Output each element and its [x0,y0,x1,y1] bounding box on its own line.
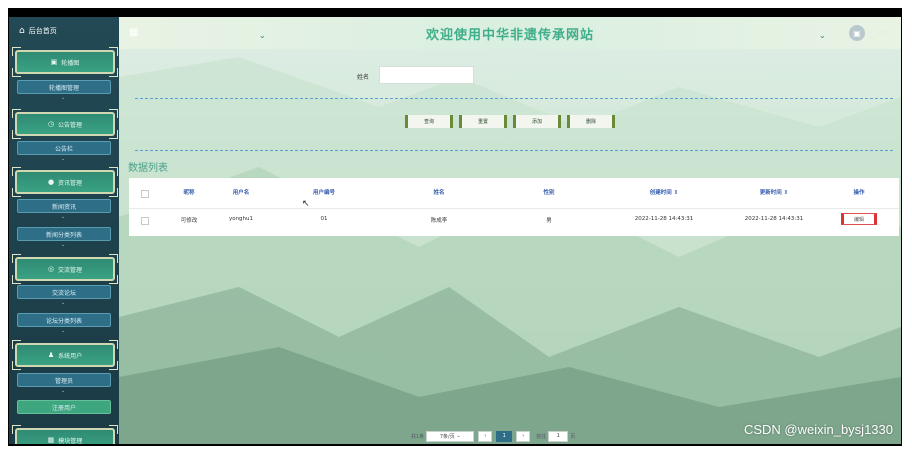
sidebar-group-label: 模块管理 [58,437,83,445]
sidebar-group-carousel[interactable]: ▣ 轮播图 [12,47,118,77]
row-divider [129,208,899,209]
select-all-checkbox[interactable] [141,190,149,198]
mouse-cursor-icon: ↖ [302,199,310,209]
table-title: 数据列表 [128,163,168,174]
sidebar-group-news[interactable]: ● 资讯管理 [12,167,118,197]
site-title: 欢迎使用中华非遗传承网站 [425,28,594,43]
edit-button[interactable]: 编辑 [841,213,877,225]
column-header-sortable[interactable]: 更新时间 ⇕ [734,188,814,196]
goto-label: 前往 [536,433,547,440]
cell-updated: 2022-11-28 14:43:31 [744,216,804,222]
chat-icon: ◎ [47,265,55,273]
sidebar-item-notice-board[interactable]: 公告栏 [17,141,111,155]
image-icon: ▣ [50,58,58,66]
sidebar-group-modules[interactable]: ▦ 模块管理 [12,425,118,445]
location-icon: ● [47,178,55,186]
page-unit-label: 页 [570,433,576,440]
sidebar-group-label: 交流管理 [58,266,83,274]
sidebar: ⌂ 后台首页 ▣ 轮播图 轮播图管理 ⌄ ◷ 公告管理 公告栏 ⌄ ● 资讯管理… [9,17,119,444]
avatar[interactable]: ▣ [849,25,865,41]
search-label: 姓名 [357,74,370,81]
chevron-down-icon: ⌄ [61,95,66,101]
main-content: ▦ ⌄ ⌄ 欢迎使用中华非遗传承网站 ▣ admin 姓名 查询 重置 添加 删… [119,17,901,444]
goto-page-input[interactable]: 1 [548,430,569,442]
chevron-down-icon: ⌄ [61,328,66,334]
sidebar-item-carousel-manage[interactable]: 轮播图管理 [17,80,111,94]
page-size-select[interactable]: 7条/页 ⌄ [426,430,475,442]
sidebar-group-label: 系统用户 [58,352,83,360]
sidebar-item-admins[interactable]: 管理员 [17,373,111,387]
sidebar-group-label: 轮播图 [61,59,80,67]
divider [135,98,893,99]
next-page-button[interactable]: › [516,430,531,442]
divider [135,150,893,151]
chevron-down-icon: ⌄ [61,214,66,220]
chevron-down-icon: ⌄ [61,156,66,162]
sidebar-home-label: 后台首页 [28,27,57,35]
cell-gender: 男 [546,218,552,224]
reset-button[interactable]: 重置 [459,115,507,128]
column-header: 用户名 [232,190,250,196]
chevron-down-icon: ⌄ [61,388,66,394]
sidebar-group-label: 公告管理 [58,121,83,129]
sidebar-item-news[interactable]: 新闻资讯 [17,199,111,213]
current-page[interactable]: 1 [496,430,513,442]
data-table: 昵称 用户名 用户编号 姓名 性别 创建时间 ⇕ 更新时间 ⇕ 操作 可修改 y… [129,178,899,236]
name-search-input[interactable] [379,66,474,84]
watermark: CSDN @weixin_bysj1330 [743,422,893,437]
column-header: 用户编号 [312,190,335,196]
user-name[interactable]: admin [877,30,893,36]
home-icon: ⌂ [19,26,25,36]
pagination-total: 共1条 [411,433,425,440]
user-icon: ♟ [47,351,55,359]
sidebar-group-label: 资讯管理 [58,179,83,187]
header-bar: ▦ ⌄ ⌄ 欢迎使用中华非遗传承网站 ▣ admin [119,17,901,49]
pagination: 共1条 7条/页 ⌄ ‹ 1 › 前往 1 页 [411,430,576,442]
query-button[interactable]: 查询 [405,115,453,128]
admin-app: ⌂ 后台首页 ▣ 轮播图 轮播图管理 ⌄ ◷ 公告管理 公告栏 ⌄ ● 资讯管理… [9,17,901,444]
chevron-down-icon: ⌄ [61,300,66,306]
sidebar-home[interactable]: ⌂ 后台首页 [9,17,119,45]
column-header-sortable[interactable]: 创建时间 ⇕ [624,188,704,196]
cell-username: yonghu1 [228,216,254,222]
cell-nickname: 可修改 [180,218,198,224]
column-header: 姓名 [433,190,445,196]
add-button[interactable]: 添加 [513,115,561,128]
sidebar-group-users[interactable]: ♟ 系统用户 [12,340,118,370]
prev-page-button[interactable]: ‹ [478,430,493,442]
sidebar-group-notice[interactable]: ◷ 公告管理 [12,109,118,139]
grid-icon: ▦ [47,436,55,444]
clock-icon: ◷ [47,120,55,128]
sidebar-item-forum[interactable]: 交流论坛 [17,285,111,299]
column-header: 操作 [853,190,865,196]
delete-button[interactable]: 删除 [567,115,615,128]
cell-user-no: 01 [320,216,328,222]
column-header: 昵称 [183,190,195,196]
sidebar-item-registered-users[interactable]: 注册用户 [17,400,111,414]
cell-name: 陈成李 [430,218,448,224]
column-header: 性别 [543,190,555,196]
sidebar-group-forum[interactable]: ◎ 交流管理 [12,254,118,284]
row-checkbox[interactable] [141,217,149,225]
cell-created: 2022-11-28 14:43:31 [634,216,694,222]
sidebar-item-news-category[interactable]: 新闻分类列表 [17,227,111,241]
sidebar-item-forum-category[interactable]: 论坛分类列表 [17,313,111,327]
chevron-down-icon: ⌄ [61,242,66,248]
